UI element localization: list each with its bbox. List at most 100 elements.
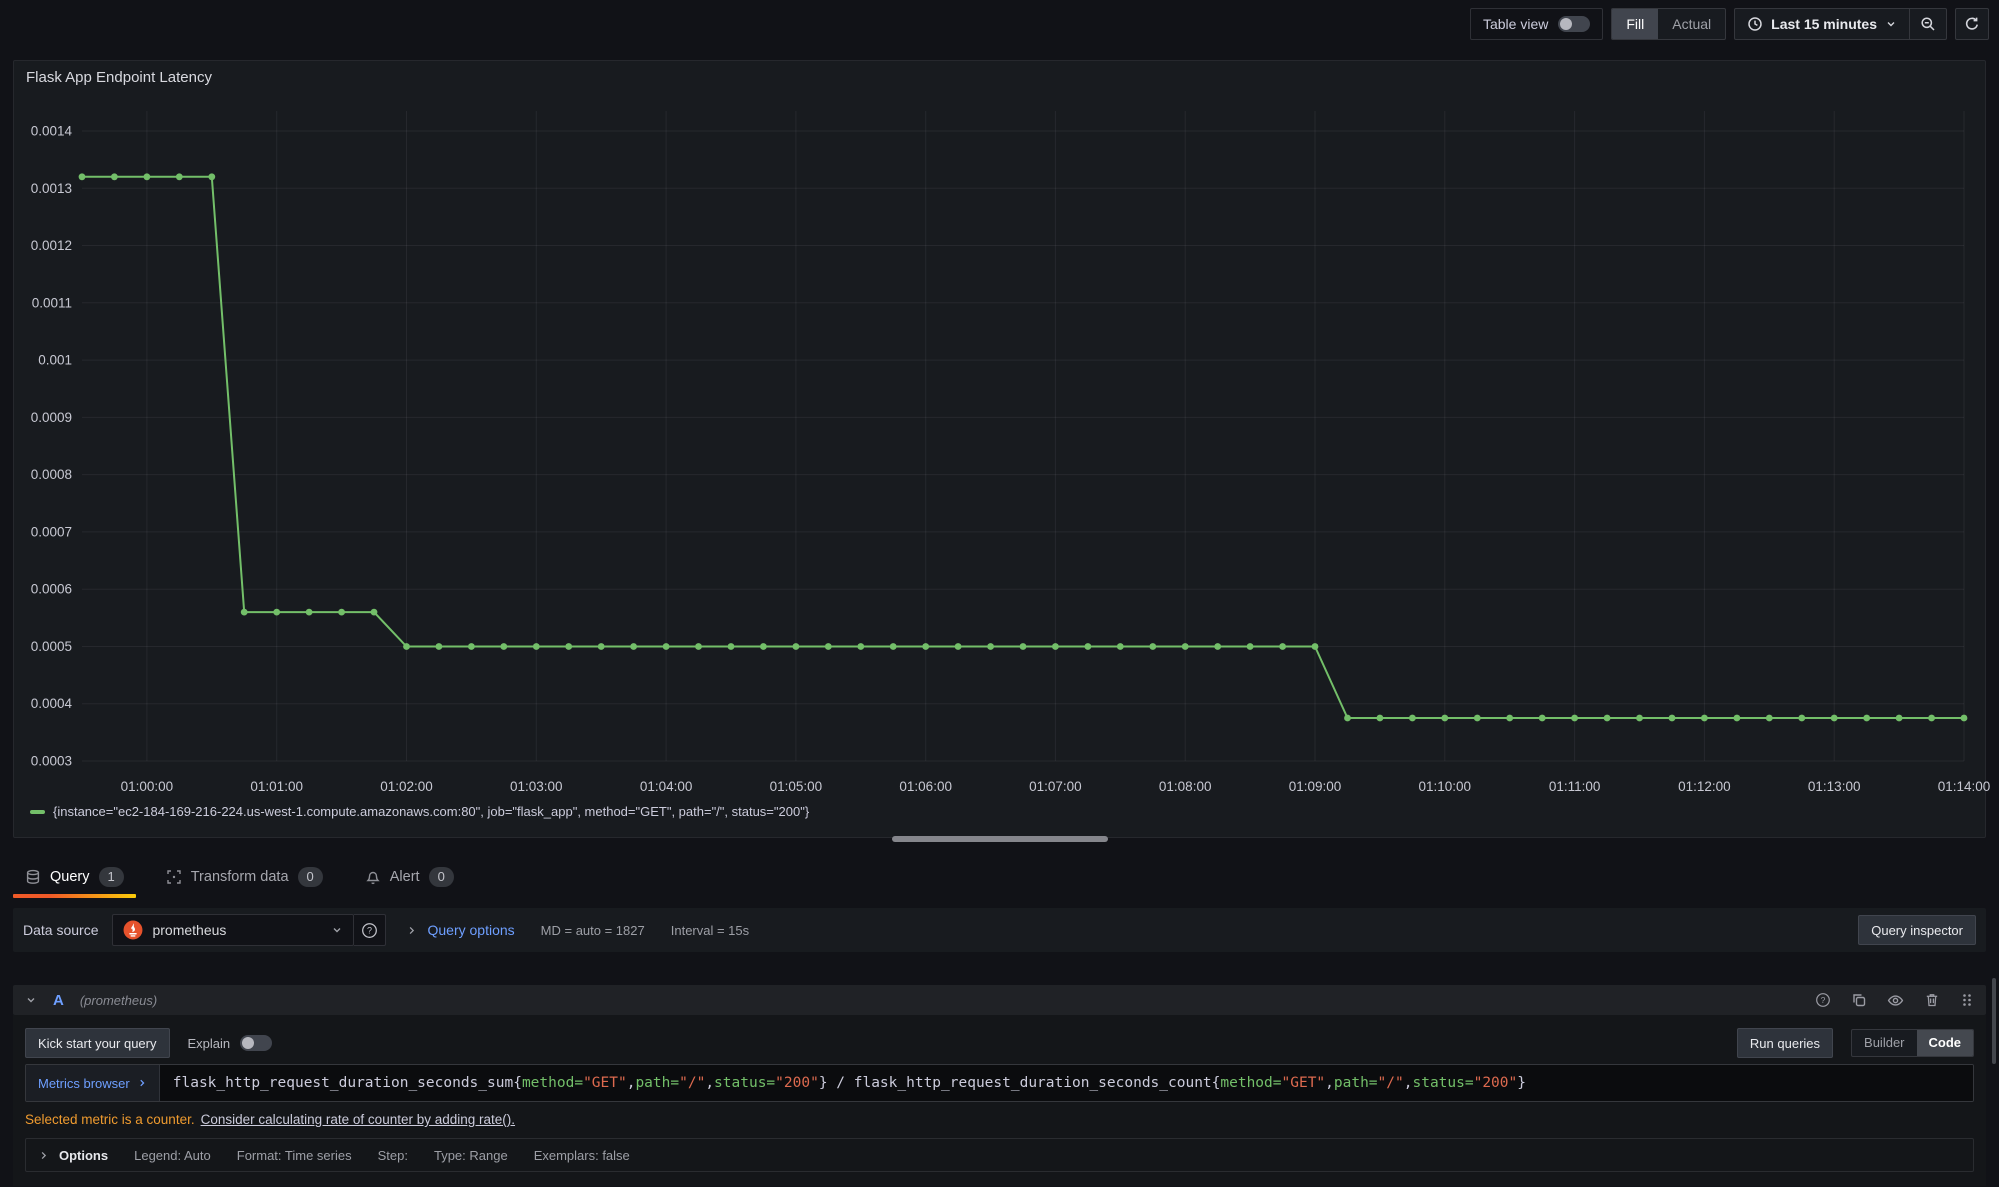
delete-query-button[interactable] [1924, 992, 1940, 1008]
svg-text:01:11:00: 01:11:00 [1549, 779, 1601, 794]
fill-button[interactable]: Fill [1612, 9, 1658, 39]
query-inspector-button[interactable]: Query inspector [1858, 915, 1976, 945]
query-row-actions: ? [1815, 992, 1974, 1009]
actual-button[interactable]: Actual [1658, 9, 1725, 39]
svg-text:01:02:00: 01:02:00 [380, 779, 433, 794]
tab-count-badge: 0 [429, 867, 454, 887]
datasource-row: Data source prometheus ? Query options M… [13, 908, 1986, 952]
datasource-value: prometheus [152, 922, 322, 938]
metrics-browser-button[interactable]: Metrics browser [26, 1065, 160, 1101]
clock-icon [1747, 16, 1763, 32]
options-summary-item: Exemplars: false [534, 1148, 630, 1163]
legend-swatch [30, 810, 45, 814]
warning-rate-link[interactable]: Consider calculating rate of counter by … [201, 1112, 515, 1127]
database-icon [25, 869, 41, 885]
time-picker-group: Last 15 minutes [1734, 8, 1947, 40]
svg-text:0.0003: 0.0003 [31, 754, 72, 769]
tab-query[interactable]: Query 1 [13, 856, 136, 898]
svg-text:01:07:00: 01:07:00 [1029, 779, 1082, 794]
explain-label: Explain [188, 1036, 231, 1051]
builder-button[interactable]: Builder [1852, 1030, 1916, 1056]
pane-resize-handle[interactable] [892, 836, 1108, 842]
explain-toggle[interactable] [240, 1035, 272, 1051]
svg-text:01:14:00: 01:14:00 [1938, 779, 1991, 794]
svg-text:0.0014: 0.0014 [31, 124, 73, 139]
svg-text:01:13:00: 01:13:00 [1808, 779, 1861, 794]
legend-label: {instance="ec2-184-169-216-224.us-west-1… [53, 804, 809, 819]
datasource-label: Data source [23, 922, 98, 938]
code-button[interactable]: Code [1917, 1030, 1974, 1056]
options-summary-item: Step: [378, 1148, 408, 1163]
zoom-out-icon [1920, 16, 1936, 32]
edit-pane-tabs: Query 1 Transform data 0 Alert 0 [13, 856, 466, 898]
tab-label: Transform data [191, 869, 289, 885]
datasource-picker[interactable]: prometheus [112, 914, 354, 946]
table-view-toggle[interactable] [1558, 16, 1590, 32]
query-options-toggle[interactable]: Query options [406, 922, 514, 938]
svg-text:?: ? [1821, 995, 1826, 1005]
refresh-button[interactable] [1955, 8, 1989, 40]
chevron-down-icon [1885, 18, 1897, 30]
query-help-button[interactable]: ? [1815, 992, 1831, 1008]
prometheus-icon [123, 920, 143, 940]
toggle-knob [242, 1037, 254, 1049]
time-range-picker[interactable]: Last 15 minutes [1735, 9, 1909, 39]
options-summary: Legend: AutoFormat: Time seriesStep:Type… [134, 1148, 656, 1163]
drag-handle-grip-icon[interactable] [1960, 992, 1974, 1008]
query-options-label: Query options [427, 922, 514, 938]
zoom-out-button[interactable] [1910, 9, 1946, 39]
fill-actual-group: Fill Actual [1611, 8, 1726, 40]
svg-text:0.001: 0.001 [38, 353, 72, 368]
collapse-chevron-icon[interactable] [25, 994, 37, 1006]
tab-label: Query [50, 869, 90, 885]
svg-text:0.0012: 0.0012 [31, 238, 72, 253]
scrollbar-thumb[interactable] [1992, 978, 1996, 1064]
svg-text:0.0005: 0.0005 [31, 639, 72, 654]
duplicate-query-button[interactable] [1851, 992, 1867, 1008]
options-label: Options [59, 1148, 108, 1163]
svg-text:0.0008: 0.0008 [31, 467, 72, 482]
interval-summary: Interval = 15s [671, 923, 749, 938]
query-toolbar-row: Kick start your query Explain Run querie… [25, 1028, 1974, 1058]
refresh-icon [1964, 16, 1980, 32]
svg-text:01:09:00: 01:09:00 [1289, 779, 1342, 794]
tab-transform-data[interactable]: Transform data 0 [154, 856, 335, 898]
query-editor-row: A (prometheus) ? Kick start your query [13, 985, 1986, 1186]
tab-count-badge: 0 [298, 867, 323, 887]
explain-group: Explain [188, 1035, 273, 1051]
panel-edit-toolbar: Table view Fill Actual Last 15 minutes [0, 0, 1999, 48]
hide-response-button[interactable] [1887, 992, 1904, 1009]
builder-code-group: Builder Code [1851, 1029, 1974, 1057]
svg-text:01:10:00: 01:10:00 [1419, 779, 1472, 794]
timeseries-panel: Flask App Endpoint Latency 01:00:0001:01… [13, 60, 1986, 838]
svg-text:01:01:00: 01:01:00 [250, 779, 303, 794]
svg-text:?: ? [367, 925, 372, 935]
run-queries-button[interactable]: Run queries [1737, 1028, 1833, 1058]
counter-warning-row: Selected metric is a counter.Consider ca… [25, 1110, 1974, 1130]
bell-icon [365, 869, 381, 885]
kick-start-query-button[interactable]: Kick start your query [25, 1028, 170, 1058]
tab-count-badge: 1 [99, 867, 124, 887]
options-toggle[interactable]: Options [38, 1148, 108, 1163]
chevron-right-icon [38, 1150, 49, 1161]
svg-text:01:12:00: 01:12:00 [1678, 779, 1731, 794]
chevron-down-icon [331, 924, 343, 936]
query-row-header[interactable]: A (prometheus) ? [13, 985, 1986, 1015]
svg-text:01:08:00: 01:08:00 [1159, 779, 1212, 794]
options-summary-item: Format: Time series [237, 1148, 352, 1163]
latency-chart[interactable]: 01:00:0001:01:0001:02:0001:03:0001:04:00… [14, 61, 1987, 839]
svg-text:0.0006: 0.0006 [31, 582, 72, 597]
toggle-knob [1560, 18, 1572, 30]
svg-text:0.0004: 0.0004 [31, 696, 73, 711]
transform-icon [166, 869, 182, 885]
tab-alert[interactable]: Alert 0 [353, 856, 466, 898]
svg-text:0.0009: 0.0009 [31, 410, 72, 425]
svg-text:0.0013: 0.0013 [31, 181, 72, 196]
legend-item[interactable]: {instance="ec2-184-169-216-224.us-west-1… [30, 804, 809, 819]
query-expression-input[interactable]: flask_http_request_duration_seconds_sum{… [160, 1065, 1973, 1101]
tab-label: Alert [390, 869, 420, 885]
promql-editor: Metrics browser flask_http_request_durat… [25, 1064, 1974, 1102]
datasource-help-button[interactable]: ? [354, 914, 386, 946]
svg-text:01:06:00: 01:06:00 [899, 779, 952, 794]
chevron-right-icon [406, 925, 417, 936]
